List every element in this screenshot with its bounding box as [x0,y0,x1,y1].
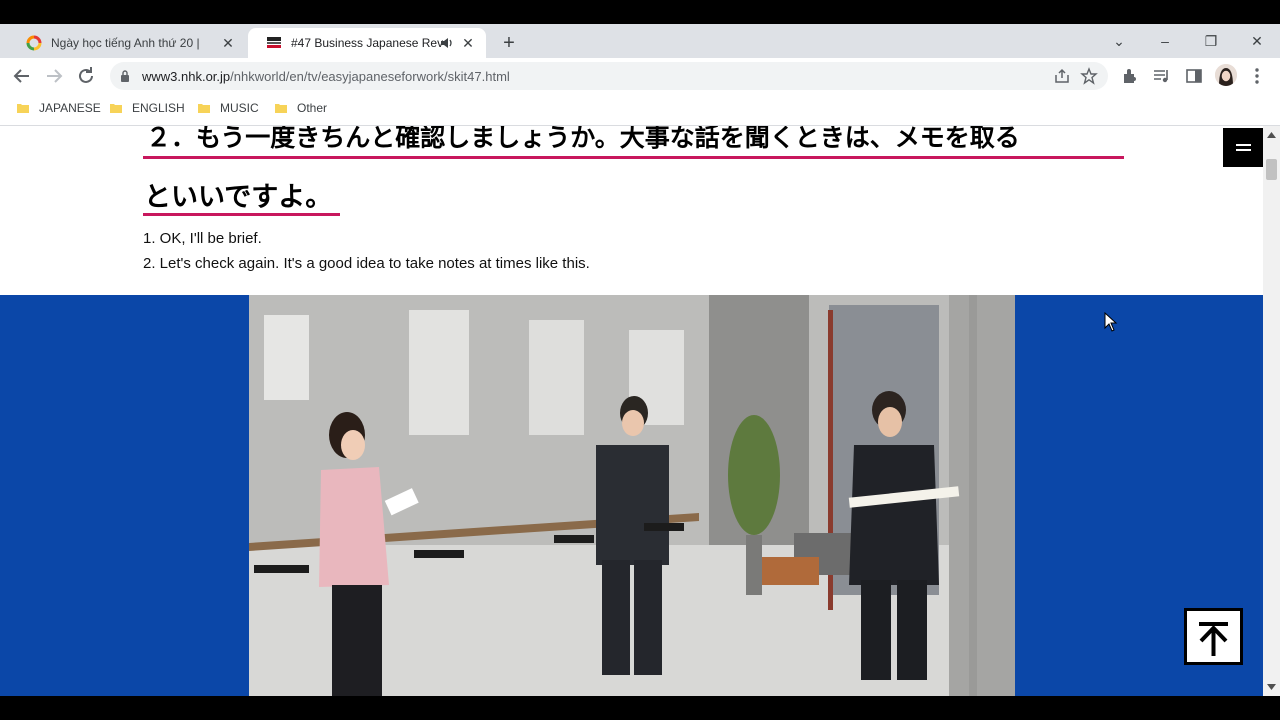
scroll-down-arrow-icon[interactable] [1267,684,1276,690]
tab-strip: Ngày học tiếng Anh thứ 20 | Câu ✕ #47 Bu… [0,24,1280,58]
bookmark-japanese[interactable]: JAPANESE [16,101,101,115]
toolbar: www3.nhk.or.jp/nhkworld/en/tv/easyjapane… [0,58,1280,94]
bookmark-label: MUSIC [220,101,259,115]
url-path: /nhkworld/en/tv/easyjapaneseforwork/skit… [230,69,510,84]
url-text[interactable]: www3.nhk.or.jp/nhkworld/en/tv/easyjapane… [142,69,510,84]
accent-underline [143,213,340,216]
reload-icon[interactable] [74,64,98,88]
avatar-image [1215,64,1237,86]
side-panel-icon[interactable] [1184,66,1204,86]
folder-icon [17,104,29,113]
bookmark-label: JAPANESE [39,101,101,115]
close-icon[interactable]: ✕ [460,35,476,51]
nhk-favicon-icon [266,36,282,50]
window-close-icon[interactable]: ✕ [1246,30,1268,52]
mouse-cursor-icon [1104,312,1118,332]
close-icon[interactable]: ✕ [220,35,236,51]
restore-icon[interactable]: ❐ [1200,30,1222,52]
hamburger-menu-button[interactable] [1223,128,1263,167]
menu-line [1236,149,1251,151]
scrollbar-thumb[interactable] [1266,159,1277,180]
tab-vietnamese-lesson[interactable]: Ngày học tiếng Anh thứ 20 | Câu ✕ [8,28,246,58]
screen: Ngày học tiếng Anh thứ 20 | Câu ✕ #47 Bu… [0,0,1280,720]
scroll-up-arrow-icon[interactable] [1267,132,1276,138]
forward-icon[interactable] [42,64,66,88]
extensions-icon[interactable] [1120,66,1140,86]
folder-icon [110,104,122,113]
answer-2: 2. Let's check again. It's a good idea t… [143,255,590,272]
share-icon[interactable] [1054,68,1070,84]
tab-title: #47 Business Japanese Revie [291,36,443,50]
tab-title: Ngày học tiếng Anh thứ 20 | Câu [51,36,203,50]
new-tab-icon[interactable]: + [498,33,520,55]
bookmark-english[interactable]: ENGLISH [109,101,185,115]
browser-chrome: Ngày học tiếng Anh thứ 20 | Câu ✕ #47 Bu… [0,24,1280,126]
video-frame-office-scene [249,295,1015,696]
arrow-up-icon [1199,622,1228,656]
tab-search-icon[interactable]: ⌄ [1108,30,1130,52]
vertical-scrollbar[interactable] [1263,126,1280,696]
profile-avatar[interactable] [1215,64,1237,86]
menu-line [1236,144,1251,146]
refresh-favicon-icon [26,35,42,51]
star-icon[interactable] [1080,67,1098,85]
accent-underline [143,156,1124,159]
video-player[interactable] [249,295,1015,696]
bookmarks-bar: JAPANESE ENGLISH MUSIC Other [0,94,1280,126]
back-to-top-button[interactable] [1184,608,1243,665]
minimize-icon[interactable]: – [1154,30,1176,52]
web-page: ２．もう一度きちんと確認しましょうか。大事な話を聞くときは、メモを取る といいで… [0,126,1263,696]
bookmark-other[interactable]: Other [274,101,327,115]
speaker-icon[interactable] [440,36,454,50]
folder-icon [198,104,210,113]
back-icon[interactable] [10,64,34,88]
japanese-phrase-line2: といいですよ。 [144,182,333,213]
bookmark-music[interactable]: MUSIC [197,101,259,115]
lock-icon[interactable] [120,70,130,82]
bookmark-label: ENGLISH [132,101,185,115]
address-bar[interactable]: www3.nhk.or.jp/nhkworld/en/tv/easyjapane… [110,62,1108,90]
more-icon[interactable] [1250,66,1264,86]
url-host: www3.nhk.or.jp [142,69,231,84]
bookmark-label: Other [297,101,328,115]
tab-business-japanese[interactable]: #47 Business Japanese Revie ✕ [248,28,486,58]
video-section [0,295,1263,696]
media-control-icon[interactable] [1152,66,1172,86]
japanese-phrase-line1: ２．もう一度きちんと確認しましょうか。大事な話を聞くときは、メモを取る [146,126,1020,152]
answer-1: 1. OK, I'll be brief. [143,230,262,247]
folder-icon [275,104,287,113]
